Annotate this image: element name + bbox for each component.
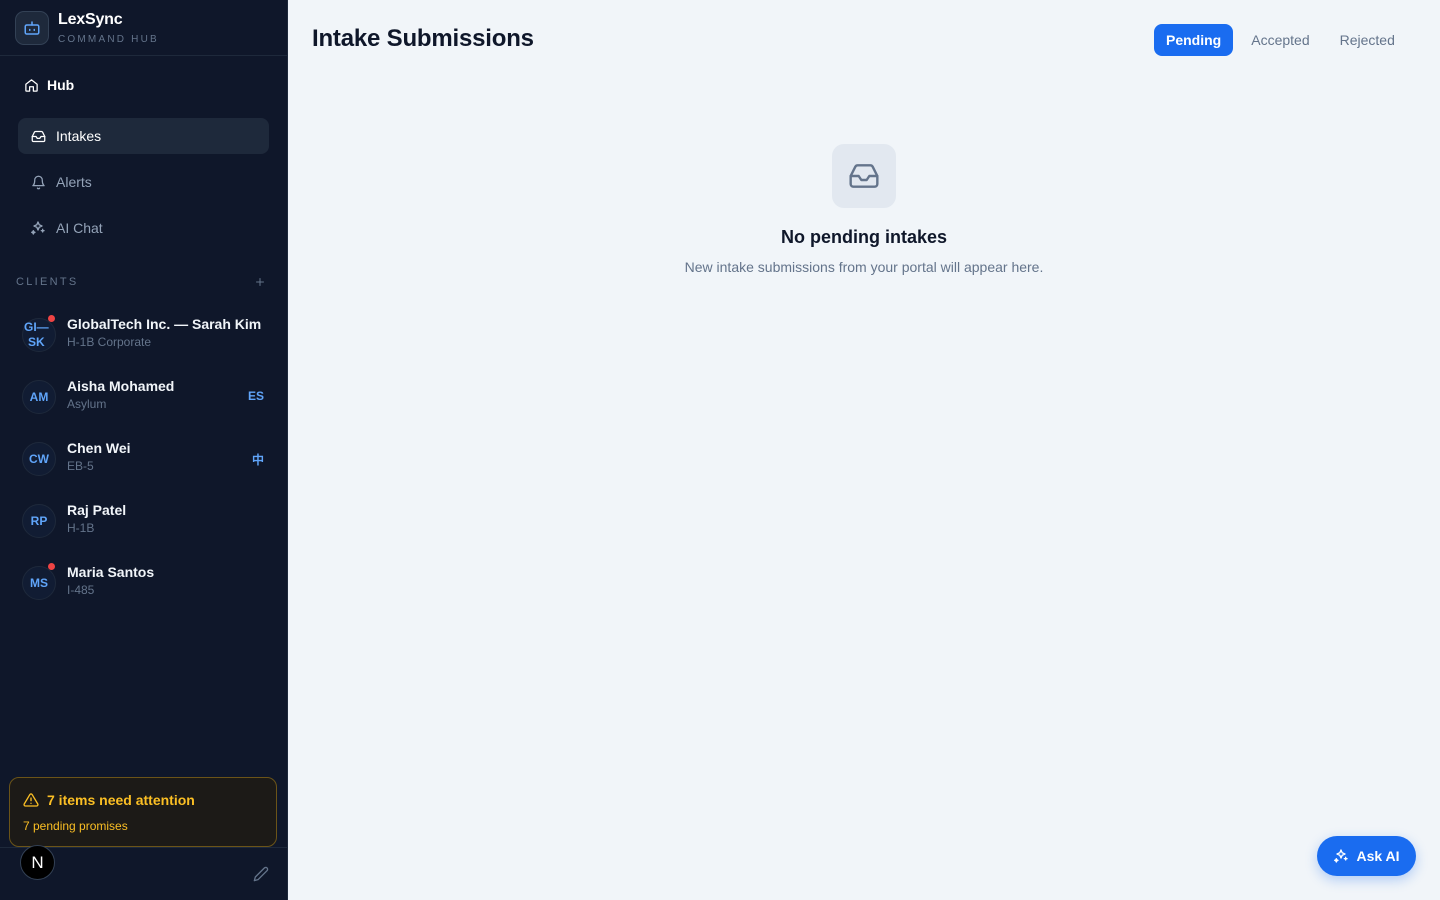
attention-banner[interactable]: 7 items need attention 7 pending promise… [9,777,277,847]
home-icon [23,77,39,93]
unread-dot [48,315,55,322]
language-badge: ES [247,389,264,403]
brand-name: LexSync [58,11,123,28]
client-case-type: I-485 [67,583,95,597]
bell-icon [30,174,46,190]
empty-state-subtitle: New intake submissions from your portal … [684,259,1044,275]
sidebar: LexSync COMMAND HUB Hub Intakes Alerts A… [0,0,288,900]
nav-item-intakes[interactable]: Intakes [18,118,269,154]
nav-hub-label: Hub [47,77,75,93]
brand-header: LexSync COMMAND HUB [0,0,288,56]
client-item-maria-santos[interactable]: MS Maria Santos I-485 [0,558,288,610]
nav-item-label: Alerts [56,174,92,190]
empty-state-title: No pending intakes [780,227,948,247]
page-title: Intake Submissions [312,25,534,52]
client-item-raj-patel[interactable]: RP Raj Patel H-1B [0,496,288,548]
unread-dot [48,563,55,570]
attention-subtitle: 7 pending promises [23,819,128,833]
add-client-button[interactable] [252,274,268,290]
client-name: Chen Wei [67,440,131,456]
client-case-type: H-1B [67,521,95,535]
bot-icon [15,11,49,45]
avatar: MS [22,566,56,600]
user-avatar[interactable]: N [20,845,55,880]
nav-item-label: Intakes [56,128,102,144]
pencil-icon [253,866,269,882]
client-item-globaltech[interactable]: GI— SK GlobalTech Inc. — Sarah Kim H-1B C… [0,310,288,362]
tab-pending[interactable]: Pending [1154,24,1234,56]
sparkles-icon [30,220,46,236]
plus-icon [256,278,264,286]
avatar: GI— SK [22,318,56,352]
client-case-type: Asylum [67,397,107,411]
clients-header: CLIENTS [16,276,79,288]
language-badge: 中 [251,453,264,467]
client-case-type: EB-5 [67,459,94,473]
avatar-initials-bottom: SK [28,335,45,349]
client-name: Maria Santos [67,564,155,580]
status-tabs: Pending Accepted Rejected [1154,24,1407,56]
avatar: RP [22,504,56,538]
warning-icon [23,792,39,808]
client-item-aisha-mohamed[interactable]: AM Aisha Mohamed Asylum ES [0,372,288,424]
nav-item-label: AI Chat [56,220,103,236]
client-name: GlobalTech Inc. — Sarah Kim [67,316,262,332]
attention-title: 7 items need attention [47,792,195,808]
ask-ai-label: Ask AI [1356,848,1400,864]
client-item-chen-wei[interactable]: CW Chen Wei EB-5 中 [0,434,288,486]
client-name: Raj Patel [67,502,127,518]
inbox-icon [30,128,46,144]
ask-ai-button[interactable]: Ask AI [1317,836,1416,876]
avatar: CW [22,442,56,476]
tab-rejected[interactable]: Rejected [1328,24,1407,56]
brand-subtitle: COMMAND HUB [58,34,159,45]
avatar-initials-top: GI— [24,320,49,334]
nav-item-alerts[interactable]: Alerts [18,164,269,200]
avatar: AM [22,380,56,414]
edit-button[interactable] [252,865,270,883]
nav-hub[interactable]: Hub [18,70,268,100]
nav-item-ai-chat[interactable]: AI Chat [18,210,269,246]
client-case-type: H-1B Corporate [67,335,152,349]
client-name: Aisha Mohamed [67,378,175,394]
inbox-icon [832,144,896,208]
sparkles-icon [1333,848,1349,864]
tab-accepted[interactable]: Accepted [1239,24,1321,56]
